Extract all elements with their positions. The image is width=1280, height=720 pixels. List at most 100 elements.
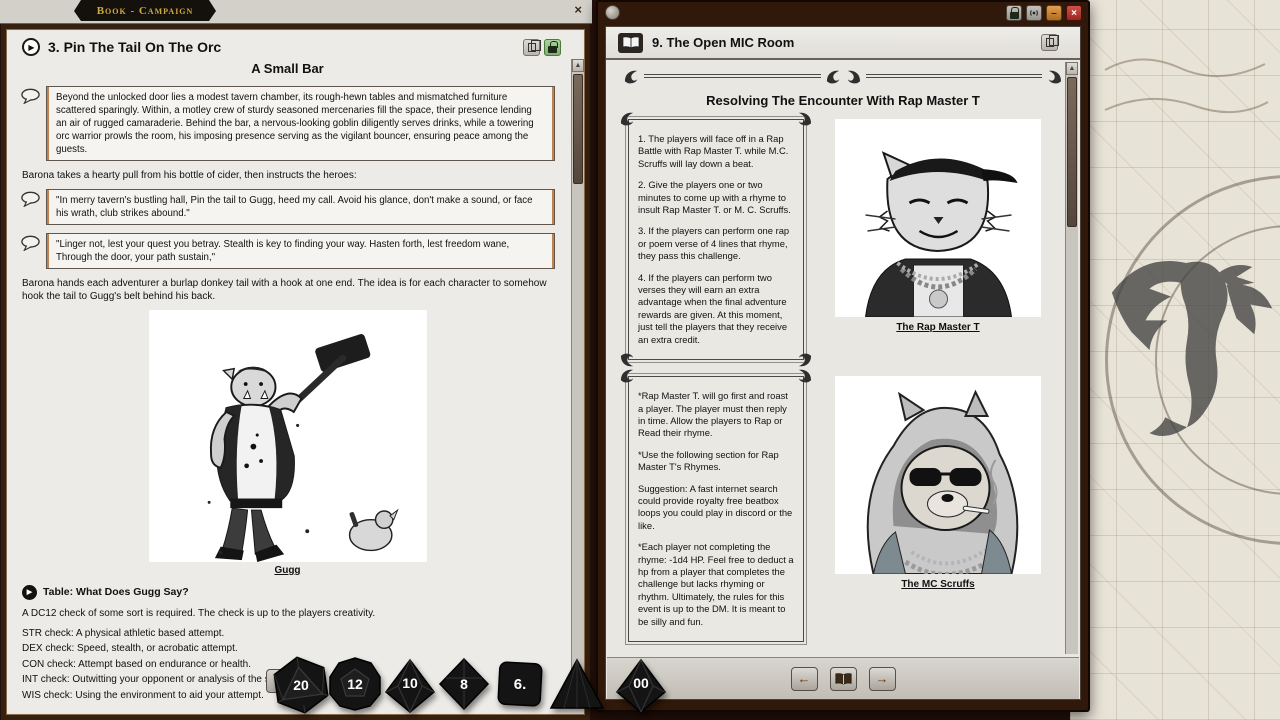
window-titlebar[interactable]: – × <box>598 2 1088 24</box>
paragraph: Barona takes a hearty pull from his bott… <box>22 169 553 182</box>
book-campaign-banner: Book - Campaign <box>74 0 216 21</box>
map-squiggle-lines <box>1100 40 1270 160</box>
scroll-up-icon[interactable]: ▲ <box>1066 62 1078 75</box>
die-value: 00 <box>613 658 669 714</box>
die-value: 8 <box>436 656 492 712</box>
index-button[interactable] <box>830 667 857 691</box>
banner-label: Book - Campaign <box>97 5 194 17</box>
close-icon[interactable]: × <box>574 3 582 17</box>
note-item: Suggestion: A fast internet search could… <box>638 483 794 533</box>
rule-item: 3. If the players can perform one rap or… <box>638 225 794 262</box>
die-value <box>549 656 605 712</box>
figure-caption: The Rap Master T <box>822 322 1054 333</box>
broadcast-icon[interactable] <box>1026 5 1042 21</box>
book-glyph <box>622 36 640 49</box>
rules-box: 1. The players will face off in a Rap Ba… <box>628 119 804 360</box>
table-link[interactable]: ▶ Table: What Does Gugg Say? <box>22 585 553 600</box>
d20-die[interactable]: 20 <box>271 655 331 715</box>
gugg-illustration <box>149 310 427 562</box>
d8-die[interactable]: 8 <box>436 656 492 712</box>
book-glyph <box>835 673 852 685</box>
scrollbar-thumb[interactable] <box>1067 77 1077 227</box>
scrollbar[interactable]: ▲ <box>571 59 584 709</box>
d6-die[interactable]: 6. <box>494 658 546 710</box>
figure-caption: The MC Scruffs <box>822 579 1054 590</box>
page-navigation: ← → <box>607 657 1079 699</box>
table-link-label: Table: What Does Gugg Say? <box>43 586 189 600</box>
page: 9. The Open MIC Room Resolving The Encou… <box>605 26 1081 700</box>
campaign-window-frame: ▶ 3. Pin The Tail On The Orc ▲ A Small B… <box>1 24 590 720</box>
previous-page-button[interactable]: ← <box>791 667 818 691</box>
read-aloud-box: Beyond the unlocked door lies a modest t… <box>46 86 555 161</box>
quote-box: "In merry tavern's bustling hall, Pin th… <box>46 189 555 225</box>
note-item: *Each player not completing the rhyme: -… <box>638 541 794 628</box>
copy-icon[interactable] <box>523 39 540 56</box>
die-value: 6. <box>494 658 546 710</box>
play-icon: ▶ <box>22 585 37 600</box>
paragraph: A DC12 check of some sort is required. T… <box>22 607 553 620</box>
section-heading: A Small Bar <box>20 61 555 78</box>
gugg-figure: Gugg <box>149 310 427 577</box>
book-icon[interactable] <box>618 33 643 53</box>
corner-ornament-icon <box>620 353 635 368</box>
mc-scruffs-illustration <box>835 376 1041 574</box>
campaign-book-window: Book - Campaign × ▶ 3. Pin The Tail On T… <box>0 0 592 720</box>
copy-icon[interactable] <box>1041 34 1058 51</box>
corner-ornament-icon <box>620 111 635 126</box>
note-item: *Rap Master T. will go first and roast a… <box>638 390 794 440</box>
quote-box: "Linger not, lest your quest you betray.… <box>46 233 555 269</box>
corner-ornament-icon <box>797 368 812 383</box>
copy-glyph <box>1046 38 1054 47</box>
figure-caption: Gugg <box>149 564 427 577</box>
dragon-logo <box>1102 232 1280 472</box>
rule-item: 1. The players will face off in a Rap Ba… <box>638 133 794 170</box>
notes-box: *Rap Master T. will go first and roast a… <box>628 376 804 642</box>
d4-die[interactable] <box>549 656 605 712</box>
minimize-icon[interactable]: – <box>1046 5 1062 21</box>
next-page-button[interactable]: → <box>869 667 896 691</box>
scrollbar-thumb[interactable] <box>573 74 583 184</box>
rap-master-figure: The Rap Master T <box>822 119 1054 333</box>
scrollbar[interactable]: ▲ <box>1065 62 1078 654</box>
speech-bubble-icon[interactable] <box>20 189 41 225</box>
campaign-window-titlebar[interactable]: Book - Campaign × <box>0 0 592 24</box>
window-badge-icon <box>605 5 620 20</box>
paragraph: Barona hands each adventurer a burlap do… <box>22 277 553 303</box>
d100-die[interactable]: 00 <box>613 658 669 714</box>
lock-icon[interactable] <box>544 39 561 56</box>
corner-ornament-icon <box>620 368 635 383</box>
page-title: 9. The Open MIC Room <box>652 35 794 50</box>
chapter-header: ▶ 3. Pin The Tail On The Orc <box>6 29 585 59</box>
play-icon[interactable]: ▶ <box>22 38 40 56</box>
lock-icon[interactable] <box>1006 5 1022 21</box>
scroll-up-icon[interactable]: ▲ <box>572 59 584 72</box>
note-item: *Use the following section for Rap Maste… <box>638 449 794 474</box>
corner-ornament-icon <box>797 353 812 368</box>
copy-glyph <box>528 43 536 52</box>
die-value: 12 <box>327 656 383 712</box>
lock-glyph <box>548 46 557 53</box>
d10-die[interactable]: 10 <box>382 658 438 714</box>
encounter-heading: Resolving The Encounter With Rap Master … <box>606 93 1080 108</box>
corner-ornament-icon <box>797 111 812 126</box>
die-value: 20 <box>271 655 331 715</box>
chapter-header: 9. The Open MIC Room <box>606 27 1080 60</box>
check-line: STR check: A physical athletic based att… <box>22 627 553 640</box>
open-mic-room-window: – × 9. The Open MIC Room Resolving Th <box>596 0 1090 712</box>
rap-master-illustration <box>835 119 1041 317</box>
lock-glyph <box>1010 12 1019 19</box>
close-icon[interactable]: × <box>1066 5 1082 21</box>
desktop: Book - Campaign × ▶ 3. Pin The Tail On T… <box>0 0 1280 720</box>
rule-item: 4. If the players can perform two verses… <box>638 272 794 346</box>
speech-bubble-icon[interactable] <box>20 86 41 161</box>
die-value: 10 <box>382 658 438 714</box>
page-title: 3. Pin The Tail On The Orc <box>48 39 221 55</box>
speech-bubble-icon[interactable] <box>20 233 41 269</box>
mc-scruffs-figure: The MC Scruffs <box>822 376 1054 590</box>
rule-item: 2. Give the players one or two minutes t… <box>638 179 794 216</box>
broadcast-glyph <box>1028 8 1040 18</box>
page-content: A Small Bar Beyond the unlocked door lie… <box>6 61 585 702</box>
ornament-divider <box>624 68 1062 84</box>
check-line: DEX check: Speed, stealth, or acrobatic … <box>22 642 553 655</box>
d12-die[interactable]: 12 <box>327 656 383 712</box>
